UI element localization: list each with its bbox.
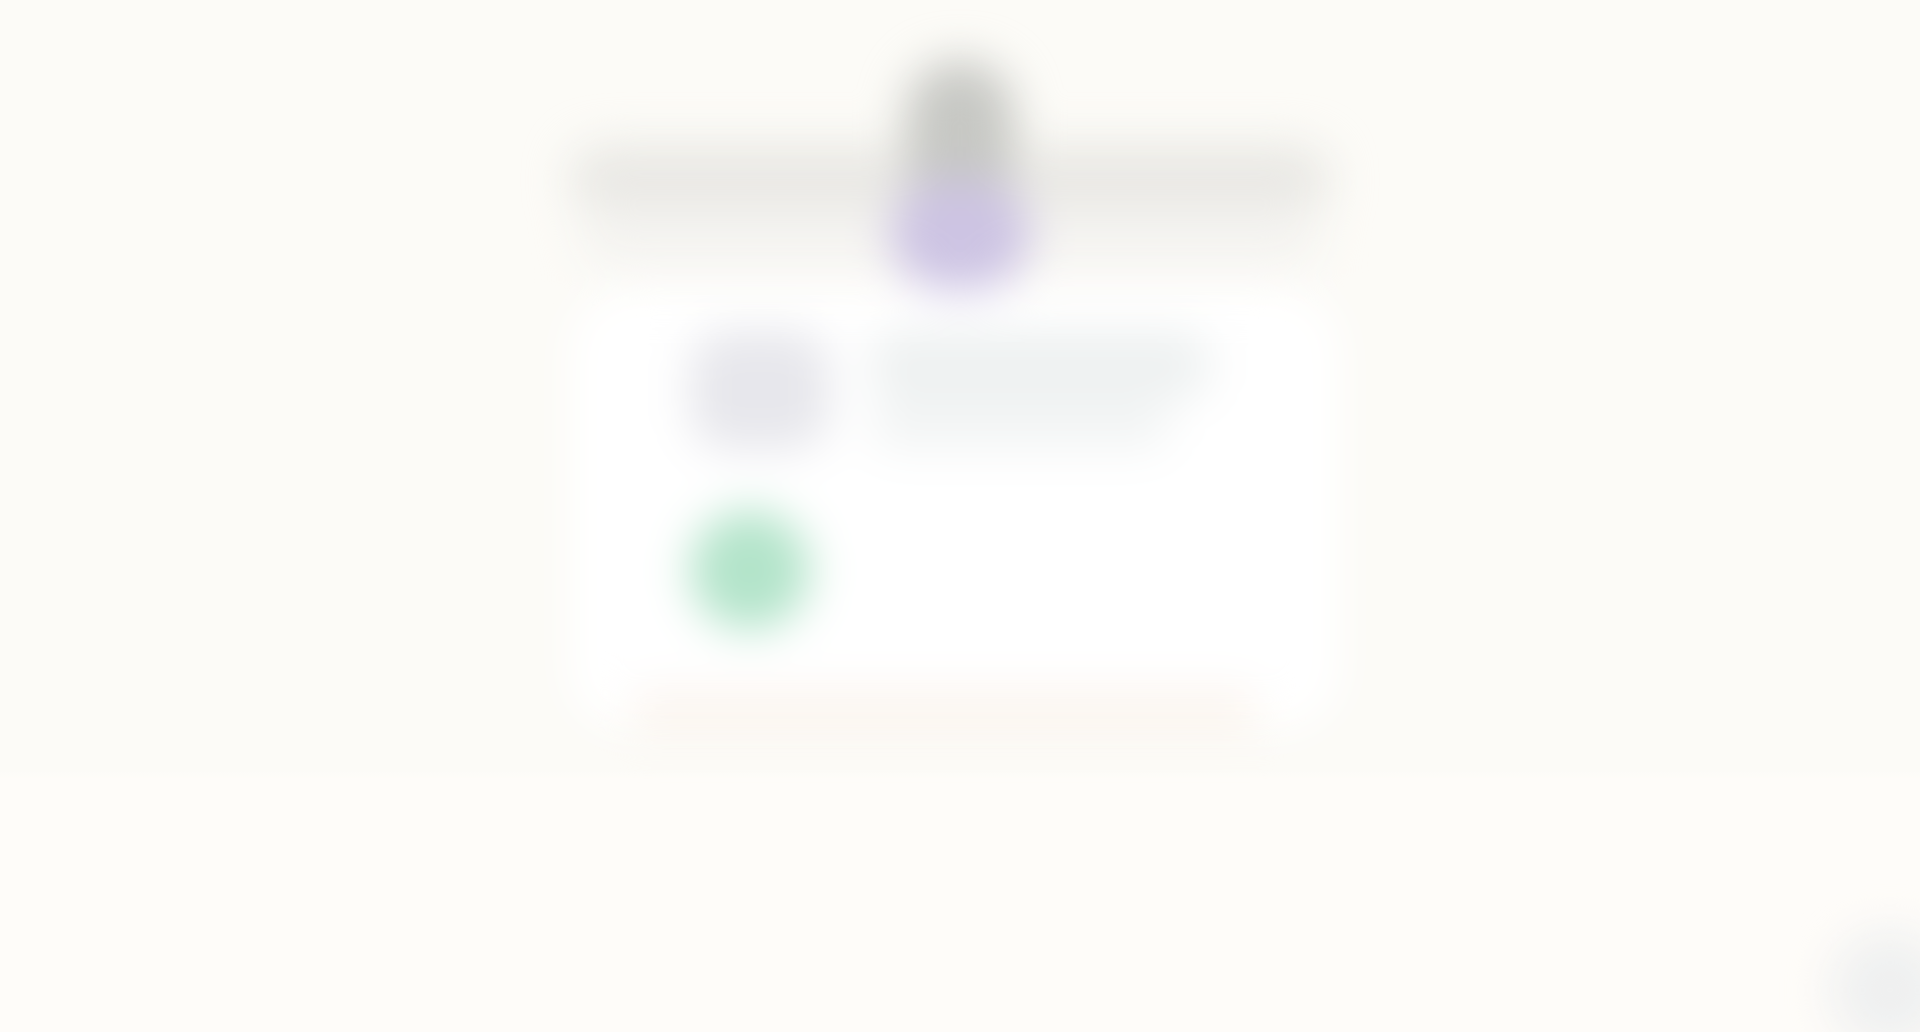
content-panel [880, 500, 1260, 630]
text-placeholder-line-secondary [870, 400, 1170, 450]
blurred-content [0, 0, 1920, 1032]
thumbnail-placeholder [690, 330, 830, 450]
app-window [0, 0, 1920, 1032]
card-footer [630, 690, 1260, 730]
corner-widget[interactable] [1830, 930, 1920, 1032]
green-circle-icon [690, 510, 810, 630]
text-placeholder-line [870, 330, 1210, 400]
avatar-badge [890, 180, 1030, 290]
